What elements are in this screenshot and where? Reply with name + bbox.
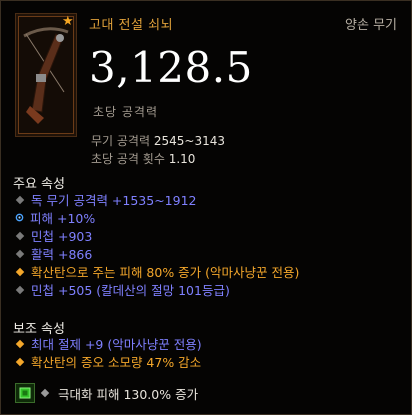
socket-bullet-icon	[40, 388, 50, 398]
damage-per-second: 3,128.5	[89, 43, 253, 92]
item-tooltip: ★ 고대 전설 쇠뇌 양손 무기 3,128.5 초당 공격력 무기 공격력 2…	[0, 0, 412, 415]
primary-affix: 민첩 +505 (칼데산의 절망 101등급)	[15, 281, 230, 298]
socket-bonus-text: 극대화 피해 130.0% 증가	[58, 386, 199, 402]
affix-text: 민첩 +505 (칼데산의 절망 101등급)	[31, 283, 230, 298]
enchant-blue-icon	[15, 213, 24, 222]
gray-diamond-bullet-icon	[15, 231, 25, 240]
gray-diamond-bullet-icon	[15, 195, 25, 204]
secondary-affix: 확산탄의 증오 소모량 47% 감소	[15, 353, 201, 370]
crossbow-item-icon: ★	[15, 13, 77, 137]
affix-text: 확산탄으로 주는 피해 80% 증가 (악마사냥꾼 전용)	[31, 265, 300, 280]
emerald-gem-icon	[15, 383, 35, 403]
dps-label: 초당 공격력	[93, 105, 159, 119]
primary-affix: 독 무기 공격력 +1535~1912	[15, 191, 197, 208]
ancient-star-icon: ★	[62, 14, 74, 29]
affix-text: 최대 절제 +9 (악마사냥꾼 전용)	[31, 337, 202, 352]
socket-row: 극대화 피해 130.0% 증가	[15, 383, 198, 403]
attack-speed-stat: 초당 공격 횟수 1.10	[91, 150, 195, 167]
primary-affix: 활력 +866	[15, 245, 92, 262]
gray-diamond-bullet-icon	[15, 249, 25, 258]
attack-speed-label: 초당 공격 횟수	[91, 152, 165, 166]
gray-diamond-bullet-icon	[15, 285, 25, 294]
orange-diamond-bullet-icon	[15, 267, 25, 276]
primary-affix: 피해 +10%	[15, 209, 95, 226]
orange-diamond-bullet-icon	[15, 339, 25, 348]
attack-speed-value: 1.10	[168, 152, 196, 166]
affix-text: 독 무기 공격력 +1535~1912	[31, 193, 197, 208]
affix-text: 확산탄의 증오 소모량 47% 감소	[31, 355, 202, 370]
weapon-damage-stat: 무기 공격력 2545~3143	[91, 132, 225, 149]
secondary-affix: 최대 절제 +9 (악마사냥꾼 전용)	[15, 335, 202, 352]
affix-text: 활력 +866	[31, 247, 93, 262]
primary-affix: 확산탄으로 주는 피해 80% 증가 (악마사냥꾼 전용)	[15, 263, 299, 280]
orange-diamond-bullet-icon	[15, 357, 25, 366]
weapon-damage-value: 2545~3143	[153, 134, 225, 148]
affix-text: 피해 +10%	[30, 211, 96, 226]
item-type: 양손 무기	[345, 18, 397, 33]
affix-text: 민첩 +903	[31, 229, 93, 244]
item-name: 고대 전설 쇠뇌	[89, 18, 174, 33]
weapon-damage-label: 무기 공격력	[91, 134, 151, 148]
primary-affix: 민첩 +903	[15, 227, 92, 244]
